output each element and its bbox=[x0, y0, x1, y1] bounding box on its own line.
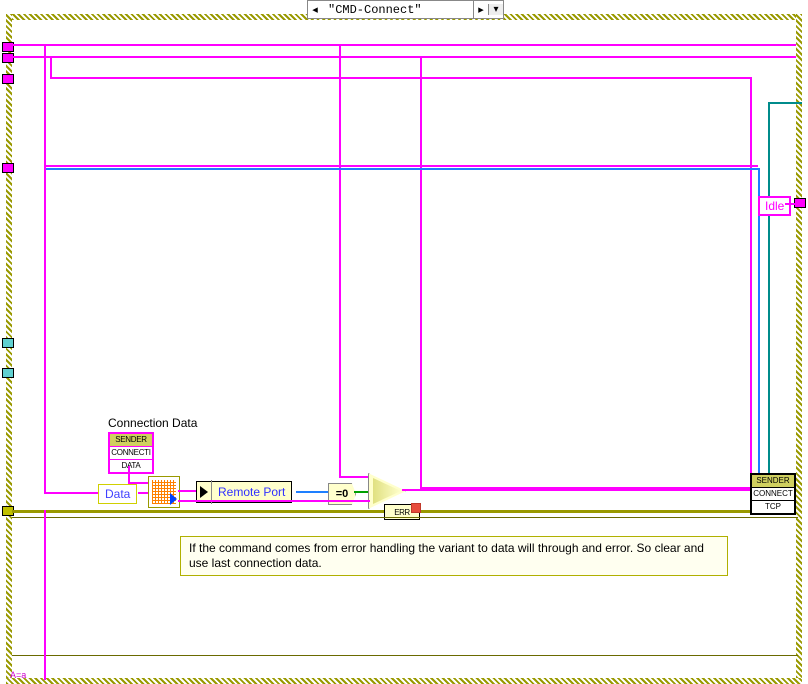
wire-mid-blue bbox=[44, 168, 758, 170]
clear-errors-label: ERR bbox=[394, 508, 409, 517]
guideline-1 bbox=[12, 517, 798, 518]
case-dropdown-icon[interactable]: ▾ bbox=[488, 4, 503, 15]
tunnel-left-4 bbox=[2, 163, 14, 173]
wire-parallel-msg bbox=[420, 487, 750, 489]
wire-drop-b bbox=[420, 56, 422, 488]
sender-const-l1: SENDER bbox=[110, 434, 152, 447]
variant-to-data-node[interactable] bbox=[148, 476, 180, 508]
wire-select-f-join bbox=[368, 500, 370, 502]
wire-drop-c bbox=[750, 77, 752, 479]
subvi-l2: CONNECT bbox=[752, 488, 794, 501]
case-frame-right bbox=[796, 14, 802, 678]
wire-mid-msg bbox=[44, 165, 758, 167]
guideline-2 bbox=[12, 655, 798, 656]
sender-const-l3: DATA bbox=[110, 460, 152, 472]
wire-left-vert-msg bbox=[44, 44, 46, 492]
wire-into-vtd-data bbox=[44, 492, 98, 494]
wire-error-in bbox=[12, 510, 384, 513]
wire-top-msg1 bbox=[12, 44, 796, 46]
wire-idle-out bbox=[785, 203, 802, 205]
wire-top-msg3 bbox=[50, 77, 750, 79]
case-next-arrow[interactable]: ▸ bbox=[473, 1, 488, 18]
sender-connect-data-const[interactable]: SENDER CONNECTI DATA bbox=[108, 432, 154, 474]
subvi-l1: SENDER bbox=[752, 475, 794, 488]
wire-select-f bbox=[178, 500, 368, 502]
idle-constant[interactable]: Idle bbox=[758, 196, 791, 216]
idle-constant-text: Idle bbox=[765, 199, 784, 213]
wire-drop-a bbox=[339, 44, 341, 476]
wire-branch-short bbox=[50, 56, 52, 78]
wire-teal-top bbox=[768, 102, 802, 104]
wire-remoteport bbox=[296, 491, 328, 493]
tunnel-left-3 bbox=[2, 74, 14, 84]
comment-text: If the command comes from error handling… bbox=[189, 541, 704, 570]
wire-vtd-out bbox=[178, 490, 196, 492]
wire-top-msg2 bbox=[12, 56, 796, 58]
wire-into-vtd-data2 bbox=[138, 492, 148, 494]
connection-data-label: Connection Data bbox=[108, 416, 197, 430]
wire-left-vert-bottom bbox=[44, 510, 46, 680]
sender-const-l2: CONNECTI bbox=[110, 447, 152, 460]
case-index-label: A=a bbox=[10, 670, 26, 680]
wire-into-vtd-top bbox=[128, 482, 148, 484]
unbundle-arrow-icon bbox=[197, 482, 211, 502]
case-frame-bottom bbox=[6, 678, 802, 684]
tunnel-left-6 bbox=[2, 368, 14, 378]
select-node-inner-icon bbox=[373, 478, 401, 504]
comment-box[interactable]: If the command comes from error handling… bbox=[180, 536, 728, 576]
case-selector[interactable]: ◂ "CMD-Connect" ▸ ▾ bbox=[307, 0, 504, 19]
wire-teal-v bbox=[768, 102, 770, 480]
subvi-l3: TCP bbox=[752, 501, 794, 513]
case-prev-arrow[interactable]: ◂ bbox=[308, 1, 322, 18]
equal-zero-text: =0 bbox=[336, 488, 349, 500]
wire-error-out bbox=[418, 510, 796, 513]
tunnel-left-5 bbox=[2, 338, 14, 348]
variant-to-data-arrow-icon bbox=[170, 493, 177, 505]
sender-connect-tcp-subvi[interactable]: SENDER CONNECT TCP bbox=[750, 473, 796, 515]
data-constant[interactable]: Data bbox=[98, 484, 137, 504]
wire-select-out bbox=[402, 489, 752, 491]
wire-bool bbox=[354, 491, 368, 493]
data-constant-text: Data bbox=[105, 487, 130, 501]
case-title: "CMD-Connect" bbox=[322, 3, 473, 17]
wire-select-t bbox=[339, 476, 368, 478]
tunnel-left-2 bbox=[2, 53, 14, 63]
